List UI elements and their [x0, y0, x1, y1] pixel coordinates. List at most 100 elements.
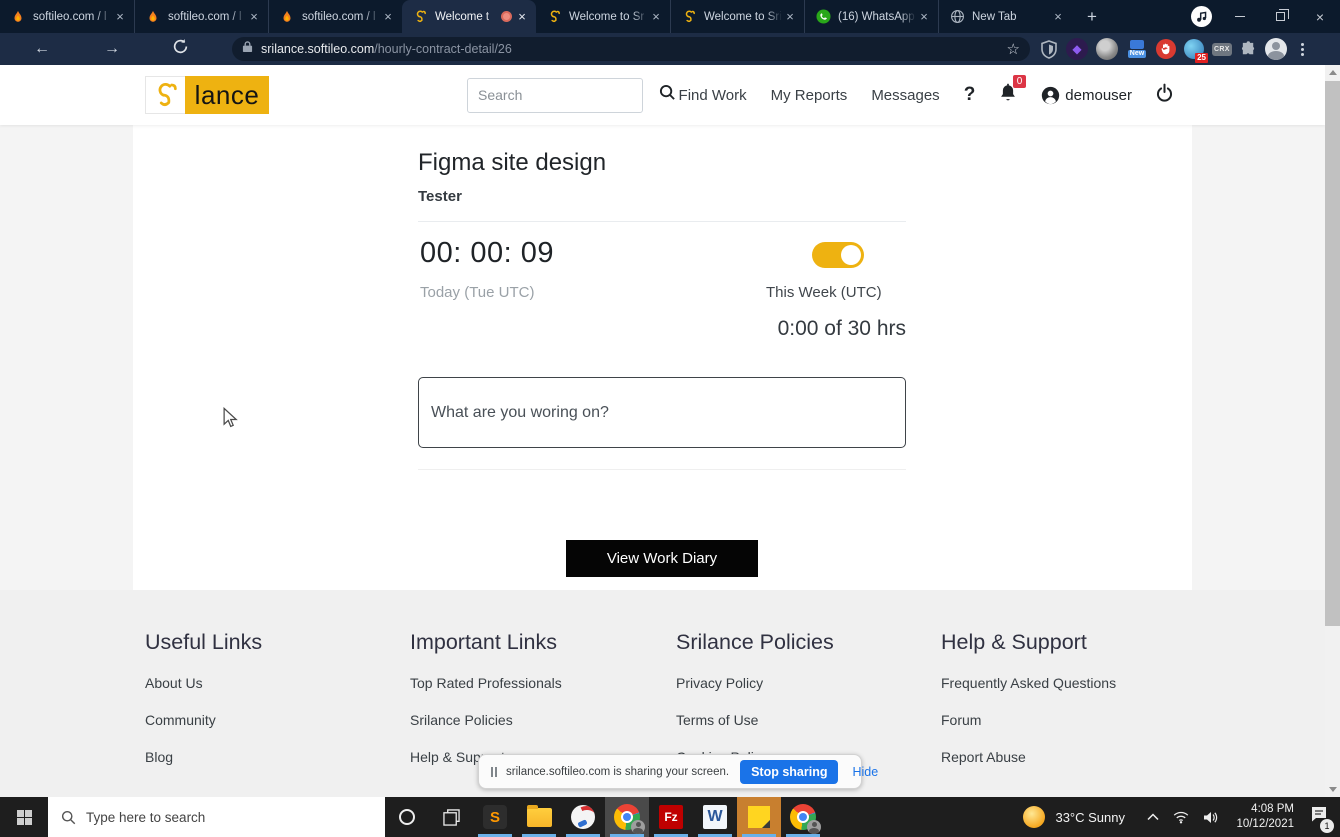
footer-link-blog[interactable]: Blog — [145, 749, 173, 765]
restore-icon — [1276, 12, 1285, 21]
nav-link-find-work[interactable]: Find Work — [679, 87, 747, 104]
footer-link-privacy-policy[interactable]: Privacy Policy — [676, 675, 763, 691]
search-icon[interactable] — [659, 84, 676, 106]
task-view-button[interactable] — [429, 797, 473, 837]
taskbar-app-sublime[interactable]: S — [473, 797, 517, 837]
windows-logo-icon — [17, 810, 32, 825]
divider — [418, 469, 906, 470]
tab-close-icon[interactable]: × — [1050, 9, 1066, 25]
tab-close-icon[interactable]: × — [514, 9, 530, 25]
nav-link-messages[interactable]: Messages — [871, 87, 939, 104]
notification-badge: 1 — [1320, 819, 1334, 833]
start-button[interactable] — [0, 797, 48, 837]
bookmark-star-icon[interactable]: ☆ — [1007, 40, 1020, 58]
page-scrollbar[interactable] — [1325, 65, 1340, 797]
taskbar-app-chrome[interactable] — [605, 797, 649, 837]
divider — [418, 221, 906, 222]
tray-chevron-up-icon[interactable] — [1147, 813, 1159, 821]
extensions-row: ◆ New 25 CRX — [1040, 37, 1304, 61]
srilance-logo[interactable]: lance — [145, 76, 269, 114]
media-controls-button[interactable] — [1191, 6, 1212, 27]
help-icon[interactable]: ? — [964, 84, 976, 106]
lock-icon — [242, 40, 253, 58]
weather-label[interactable]: 33°C Sunny — [1055, 810, 1125, 825]
new-tab-button[interactable]: + — [1078, 3, 1106, 31]
tab-srilance-2[interactable]: Welcome to Sr × — [536, 0, 670, 33]
notifications-bell-icon[interactable]: 0 — [999, 83, 1017, 108]
volume-icon[interactable] — [1203, 811, 1218, 824]
site-navbar: lance Find Work My Reports Messages ? 0 … — [0, 65, 1325, 125]
footer-link-terms-of-use[interactable]: Terms of Use — [676, 712, 758, 728]
tab-recording-indicator-icon — [501, 11, 512, 22]
browser-menu-icon[interactable] — [1301, 43, 1304, 56]
taskbar-app-filezilla[interactable]: Fz — [649, 797, 693, 837]
logout-power-icon[interactable] — [1156, 83, 1173, 107]
puzzle-extensions-icon[interactable] — [1240, 41, 1257, 58]
search-input[interactable] — [467, 78, 643, 113]
adblock-hand-extension-icon[interactable] — [1156, 39, 1176, 59]
wifi-icon[interactable] — [1173, 811, 1189, 824]
tab-title: New Tab — [972, 11, 1050, 23]
footer-link-faq[interactable]: Frequently Asked Questions — [941, 675, 1116, 691]
globe-extension-icon[interactable]: 25 — [1184, 39, 1204, 59]
taskbar-search[interactable] — [48, 797, 385, 837]
tab-new-tab[interactable]: New Tab × — [938, 0, 1072, 33]
cortana-button[interactable] — [385, 797, 429, 837]
scrollbar-thumb[interactable] — [1325, 81, 1340, 626]
toggle-knob — [841, 245, 861, 265]
stop-sharing-button[interactable]: Stop sharing — [740, 760, 838, 784]
taskbar-app-recorder[interactable] — [561, 797, 605, 837]
taskbar-app-sticky-notes[interactable] — [737, 797, 781, 837]
taskbar-app-explorer[interactable] — [517, 797, 561, 837]
scrollbar-down-arrow[interactable] — [1325, 782, 1340, 797]
work-memo-input[interactable] — [418, 377, 906, 448]
tab-close-icon[interactable]: × — [380, 9, 396, 25]
reload-button[interactable] — [172, 38, 194, 60]
taskbar-app-word[interactable]: W — [693, 797, 737, 837]
shield-extension-icon[interactable] — [1040, 39, 1058, 59]
back-button[interactable]: ← — [30, 37, 54, 61]
lens-extension-icon[interactable] — [1096, 38, 1118, 60]
browser-profile-avatar[interactable] — [1265, 38, 1287, 60]
tab-softileo-2[interactable]: softileo.com / l × — [134, 0, 268, 33]
tab-close-icon[interactable]: × — [112, 9, 128, 25]
purple-extension-icon[interactable]: ◆ — [1066, 38, 1088, 60]
tab-srilance-active[interactable]: Welcome t × — [402, 0, 536, 33]
footer-link-top-rated[interactable]: Top Rated Professionals — [410, 675, 562, 691]
tab-srilance-3[interactable]: Welcome to Sri × — [670, 0, 804, 33]
forward-button[interactable]: → — [100, 37, 124, 61]
tab-close-icon[interactable]: × — [916, 9, 932, 25]
left-margin — [0, 125, 133, 590]
new-badge-extension-icon[interactable]: New — [1126, 40, 1148, 58]
scrollbar-up-arrow[interactable] — [1325, 65, 1340, 80]
footer-link-community[interactable]: Community — [145, 712, 216, 728]
tracking-toggle[interactable] — [812, 242, 864, 268]
footer-link-about-us[interactable]: About Us — [145, 675, 203, 691]
tab-close-icon[interactable]: × — [648, 9, 664, 25]
footer-link-forum[interactable]: Forum — [941, 712, 981, 728]
contract-role: Tester — [418, 188, 462, 205]
minimize-button[interactable] — [1220, 0, 1260, 33]
tab-title: softileo.com / l — [168, 11, 246, 23]
tab-whatsapp[interactable]: (16) WhatsApp × — [804, 0, 938, 33]
taskbar-clock[interactable]: 4:08 PM 10/12/2021 — [1232, 802, 1294, 832]
nav-link-my-reports[interactable]: My Reports — [771, 87, 848, 104]
user-menu[interactable]: demouser — [1041, 86, 1132, 105]
tab-softileo-1[interactable]: softileo.com / l × — [0, 0, 134, 33]
restore-button[interactable] — [1260, 0, 1300, 33]
tab-close-icon[interactable]: × — [246, 9, 262, 25]
hide-sharing-bar-button[interactable]: Hide — [852, 765, 878, 779]
address-bar[interactable]: srilance.softileo.com/hourly-contract-de… — [232, 37, 1030, 61]
footer-link-srilance-policies[interactable]: Srilance Policies — [410, 712, 513, 728]
action-center-button[interactable]: 1 — [1310, 806, 1328, 828]
taskbar-app-chrome-2[interactable] — [781, 797, 825, 837]
tab-softileo-3[interactable]: softileo.com / l × — [268, 0, 402, 33]
taskbar-search-input[interactable] — [86, 810, 336, 825]
weather-sun-icon[interactable] — [1023, 806, 1045, 828]
tab-close-icon[interactable]: × — [782, 9, 798, 25]
footer-link-report-abuse[interactable]: Report Abuse — [941, 749, 1026, 765]
close-window-button[interactable]: × — [1300, 0, 1340, 33]
view-work-diary-button[interactable]: View Work Diary — [566, 540, 758, 577]
crx-extension-icon[interactable]: CRX — [1212, 43, 1232, 56]
tab-title: Welcome t — [435, 11, 499, 23]
